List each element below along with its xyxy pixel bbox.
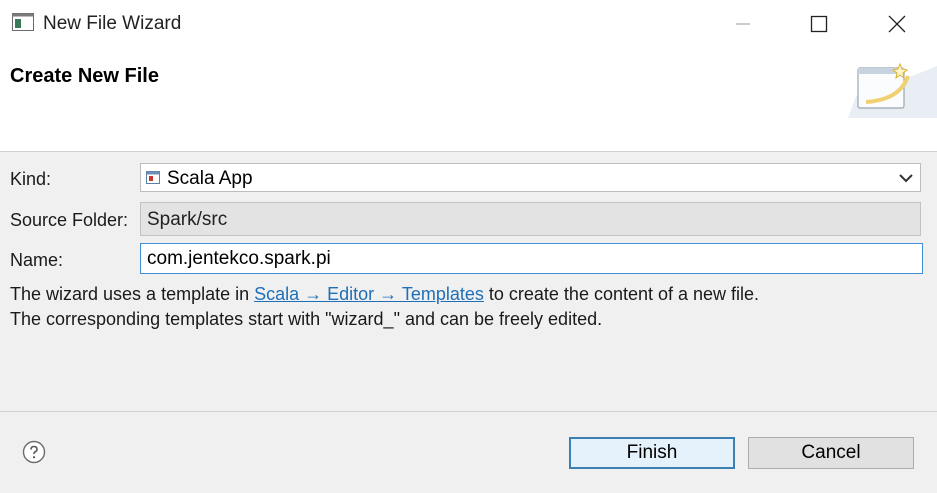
new-file-wizard-icon <box>848 62 937 118</box>
kind-label: Kind: <box>10 169 52 189</box>
templates-link[interactable]: Scala → Editor → Templates <box>254 284 484 304</box>
source-folder-value: Spark/src <box>147 209 228 230</box>
cancel-button[interactable]: Cancel <box>748 437 914 469</box>
wizard-header: Create New File <box>0 50 937 152</box>
minimize-button[interactable] <box>721 6 765 42</box>
maximize-icon <box>810 15 828 33</box>
source-folder-label: Source Folder: <box>10 210 129 230</box>
help-icon[interactable] <box>22 440 46 464</box>
wizard-body: Kind: Scala App Source Folder: Spark/src… <box>0 152 937 412</box>
info-line-1: The wizard uses a template in Scala → Ed… <box>10 284 759 305</box>
page-title: Create New File <box>10 65 159 87</box>
info-text-suffix: to create the content of a new file. <box>483 284 760 304</box>
close-button[interactable] <box>875 6 919 42</box>
chevron-down-icon <box>899 174 913 183</box>
scala-file-icon <box>146 171 160 184</box>
window-icon <box>12 13 34 31</box>
window-title: New File Wizard <box>43 13 182 34</box>
kind-value: Scala App <box>167 168 253 189</box>
info-text-prefix: The wizard uses a template in <box>10 284 255 304</box>
source-folder-field: Spark/src <box>140 202 921 236</box>
name-label: Name: <box>10 250 64 270</box>
name-input[interactable] <box>140 243 923 274</box>
info-line-2: The corresponding templates start with "… <box>10 309 603 329</box>
finish-button[interactable]: Finish <box>569 437 735 469</box>
close-icon <box>888 15 906 33</box>
wizard-footer: Finish Cancel <box>0 412 937 493</box>
title-bar: New File Wizard <box>0 0 937 50</box>
kind-dropdown[interactable]: Scala App <box>140 163 921 192</box>
maximize-button[interactable] <box>797 6 841 42</box>
minimize-icon <box>736 23 750 25</box>
